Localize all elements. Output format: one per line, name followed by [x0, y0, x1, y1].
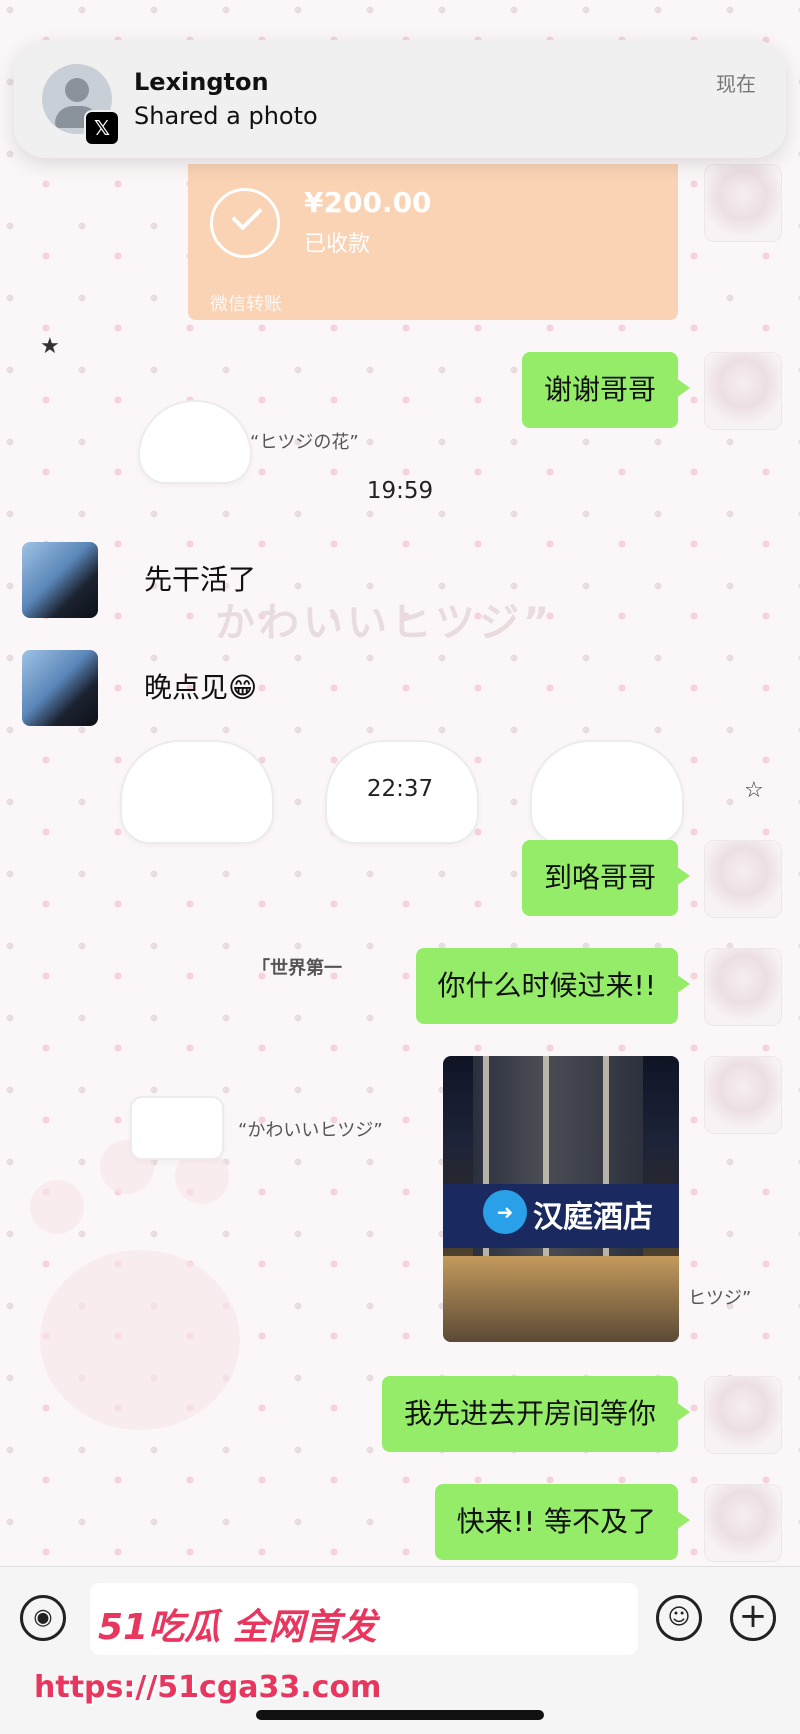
hotel-logo-icon: ➜	[483, 1190, 527, 1234]
sticker-text: 「世界第一	[252, 958, 342, 979]
timestamp: 19:59	[0, 478, 800, 504]
avatar[interactable]	[704, 1484, 782, 1562]
photo-lobby	[443, 1256, 679, 1342]
timestamp: 22:37	[0, 776, 800, 802]
notification-time: 现在	[716, 72, 756, 96]
message-bubble[interactable]: 晚点见😁	[126, 650, 275, 726]
message-bubble[interactable]: 先干活了	[126, 542, 274, 618]
message-bubble[interactable]: 你什么时候过来!!	[415, 948, 691, 1024]
voice-icon[interactable]: ◉	[20, 1595, 66, 1641]
person-icon	[65, 78, 89, 102]
sticker-text: “かわいいヒツジ”	[238, 1120, 383, 1141]
message-bubble[interactable]: 我先进去开房间等你	[381, 1376, 691, 1452]
avatar[interactable]	[22, 542, 98, 618]
home-indicator[interactable]	[256, 1710, 544, 1720]
avatar[interactable]	[704, 948, 782, 1026]
emoji-icon[interactable]: ☺	[656, 1595, 702, 1641]
transfer-footer: 微信转账	[210, 294, 282, 315]
notification-banner[interactable]: 𝕏 Lexington Shared a photo 现在	[14, 40, 786, 158]
sticker-text: “ヒツジの花”	[250, 432, 359, 453]
sticker-text: ヒツジ”	[688, 1288, 752, 1309]
watermark-title: 51吃瓜 全网首发	[98, 1607, 377, 1648]
paw-decoration	[40, 1250, 240, 1430]
photo-sign-text: 汉庭酒店	[533, 1200, 653, 1235]
avatar[interactable]	[704, 352, 782, 430]
paw-toe-decoration	[30, 1180, 84, 1234]
message-bubble[interactable]: 谢谢哥哥	[521, 352, 691, 428]
notification-message: Shared a photo	[134, 102, 318, 130]
input-bar: ◉ ☺ +	[0, 1566, 800, 1734]
timestamp-text: 19:59	[366, 478, 434, 504]
star-icon: ★	[40, 334, 60, 359]
transfer-card[interactable]: ¥200.00 已收款 微信转账	[188, 164, 678, 320]
sheep-sticker	[130, 1096, 224, 1160]
avatar[interactable]	[704, 164, 782, 242]
avatar[interactable]	[704, 840, 782, 918]
transfer-status: 已收款	[304, 232, 371, 257]
transfer-amount: ¥200.00	[304, 186, 432, 219]
watermark-url: https://51cga33.com	[34, 1670, 382, 1705]
avatar[interactable]	[704, 1376, 782, 1454]
timestamp-text: 22:37	[366, 776, 434, 802]
avatar[interactable]	[704, 1056, 782, 1134]
plus-icon[interactable]: +	[730, 1595, 776, 1641]
avatar[interactable]	[22, 650, 98, 726]
message-bubble[interactable]: 快来!! 等不及了	[434, 1484, 691, 1560]
notification-title: Lexington	[134, 68, 269, 96]
check-circle-icon	[210, 188, 280, 258]
photo-message[interactable]: ➜ 汉庭酒店	[443, 1056, 679, 1342]
message-bubble[interactable]: 到咯哥哥	[521, 840, 691, 916]
x-logo-icon: 𝕏	[84, 110, 120, 146]
